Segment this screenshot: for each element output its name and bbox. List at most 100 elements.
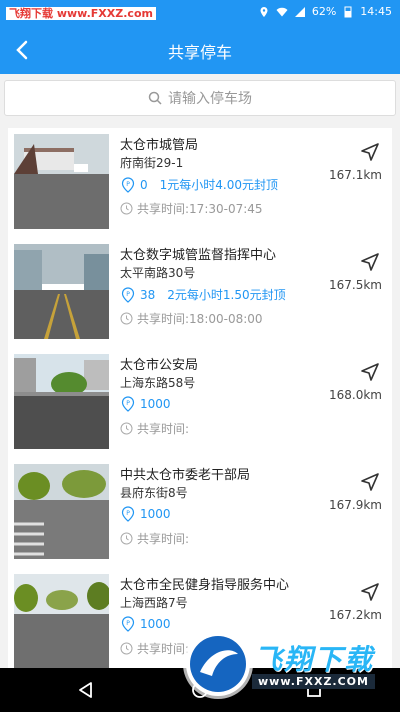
svg-text:P: P bbox=[126, 181, 130, 188]
navigate-button[interactable] bbox=[358, 140, 382, 164]
parking-stats: P 0 1元每小时4.00元封顶 bbox=[120, 176, 278, 193]
parking-address: 太平南路30号 bbox=[120, 266, 196, 280]
distance: 168.0km bbox=[329, 388, 382, 402]
navigation-arrow-icon bbox=[361, 253, 379, 271]
parking-photo bbox=[14, 134, 109, 229]
parking-list: 太仓市城管局 府南街29-1 P 0 1元每小时4.00元封顶 共享时间: 17:… bbox=[8, 128, 392, 668]
clock-icon bbox=[120, 532, 133, 545]
distance: 167.9km bbox=[329, 498, 382, 512]
search-icon bbox=[148, 91, 162, 105]
distance: 167.1km bbox=[329, 168, 382, 182]
svg-text:P: P bbox=[126, 291, 130, 298]
page-title: 共享停车 bbox=[167, 43, 232, 62]
battery-icon bbox=[344, 6, 352, 17]
parking-pin-icon: P bbox=[121, 396, 135, 412]
parking-stats: P 1000 bbox=[120, 616, 171, 632]
distance: 167.5km bbox=[329, 278, 382, 292]
search-input[interactable]: 请输入停车场 bbox=[4, 80, 396, 116]
available-spaces: 38 bbox=[140, 287, 156, 302]
triangle-back-icon bbox=[79, 682, 92, 698]
parking-pin-icon: P bbox=[121, 176, 135, 193]
navigation-arrow-icon bbox=[361, 363, 379, 381]
status-icons: 62% 14:45 bbox=[258, 5, 392, 18]
navigate-button[interactable] bbox=[358, 360, 382, 384]
navigation-arrow-icon bbox=[361, 473, 379, 491]
clock-icon bbox=[120, 202, 133, 215]
share-time-label: 共享时间: bbox=[137, 642, 190, 656]
parking-pin-icon: P bbox=[121, 506, 135, 522]
price-cap-suffix: 元封顶 bbox=[249, 288, 286, 302]
parking-stats: P 1000 bbox=[120, 506, 171, 522]
watermark-text: 飞翔下载 bbox=[254, 643, 375, 676]
list-item[interactable]: 太仓市城管局 府南街29-1 P 0 1元每小时4.00元封顶 共享时间: 17:… bbox=[8, 128, 392, 238]
signal-icon bbox=[294, 6, 305, 17]
parking-name: 太仓市城管局 bbox=[120, 138, 199, 153]
available-spaces: 0 bbox=[140, 177, 148, 192]
share-time-value: 18:00-08:00 bbox=[189, 311, 263, 326]
price-rate: 2元每小时 bbox=[167, 288, 223, 302]
battery-level: 62% bbox=[311, 5, 337, 18]
price-info: 1元每小时4.00元封顶 bbox=[160, 176, 278, 193]
price-rate: 1元每小时 bbox=[159, 178, 216, 192]
status-bar: 飞翔下载 www.FXXZ.com 62% 14:45 bbox=[0, 0, 400, 26]
parking-photo bbox=[14, 574, 109, 668]
available-spaces: 1000 bbox=[140, 507, 171, 521]
svg-text:P: P bbox=[126, 510, 130, 517]
parking-pin-icon: P bbox=[121, 286, 135, 303]
wifi-icon bbox=[276, 7, 288, 16]
app-header: 共享停车 bbox=[0, 26, 400, 74]
clock-icon bbox=[120, 312, 133, 325]
navigation-arrow-icon bbox=[361, 143, 379, 161]
parking-name: 太仓市公安局 bbox=[120, 358, 199, 373]
share-time-label: 共享时间: bbox=[137, 532, 190, 546]
parking-stats: P 38 2元每小时1.50元封顶 bbox=[120, 286, 286, 303]
share-time: 共享时间: 18:00-08:00 bbox=[120, 310, 263, 327]
share-time-label: 共享时间: bbox=[137, 202, 190, 216]
navigate-button[interactable] bbox=[358, 250, 382, 274]
watermark-logo: 飞翔下载 www.FXXZ.COM bbox=[186, 632, 396, 702]
svg-text:P: P bbox=[126, 400, 130, 407]
list-item[interactable]: 太仓市公安局 上海东路58号 P 1000 共享时间: 168.0km bbox=[8, 348, 392, 458]
price-info: 2元每小时1.50元封顶 bbox=[167, 286, 285, 303]
distance: 167.2km bbox=[329, 608, 382, 622]
search-placeholder: 请输入停车场 bbox=[168, 91, 252, 107]
parking-address: 县府东街8号 bbox=[120, 486, 188, 500]
share-time: 共享时间: bbox=[120, 530, 189, 547]
share-time-label: 共享时间: bbox=[137, 312, 190, 326]
share-time-value: 17:30-07:45 bbox=[189, 201, 263, 216]
price-cap: 1.50 bbox=[222, 288, 250, 302]
share-time-label: 共享时间: bbox=[137, 422, 190, 436]
list-item[interactable]: 太仓数字城管监督指挥中心 太平南路30号 P 38 2元每小时1.50元封顶 共… bbox=[8, 238, 392, 348]
clock-icon bbox=[120, 422, 133, 435]
parking-photo bbox=[14, 464, 109, 559]
share-time: 共享时间: bbox=[120, 420, 189, 437]
share-time: 共享时间: bbox=[120, 640, 189, 657]
parking-name: 中共太仓市委老干部局 bbox=[120, 468, 251, 483]
navigation-arrow-icon bbox=[361, 583, 379, 601]
parking-photo bbox=[14, 354, 109, 449]
share-time: 共享时间: 17:30-07:45 bbox=[120, 200, 263, 217]
parking-name: 太仓市全民健身指导服务中心 bbox=[120, 578, 290, 593]
svg-text:P: P bbox=[126, 620, 130, 627]
navigate-button[interactable] bbox=[358, 580, 382, 604]
list-item[interactable]: 中共太仓市委老干部局 县府东街8号 P 1000 共享时间: 167.9km bbox=[8, 458, 392, 568]
parking-photo bbox=[14, 244, 109, 339]
system-back-button[interactable] bbox=[74, 678, 98, 702]
available-spaces: 1000 bbox=[140, 397, 171, 411]
status-watermark: 飞翔下载 www.FXXZ.com bbox=[6, 7, 156, 20]
parking-address: 府南街29-1 bbox=[120, 156, 184, 170]
search-area: 请输入停车场 bbox=[0, 74, 400, 124]
price-cap-suffix: 元封顶 bbox=[242, 178, 279, 192]
parking-name: 太仓数字城管监督指挥中心 bbox=[120, 248, 277, 263]
location-icon bbox=[260, 6, 268, 17]
parking-pin-icon: P bbox=[121, 616, 135, 632]
parking-address: 上海东路58号 bbox=[120, 376, 196, 390]
feixiang-logo-icon bbox=[190, 636, 246, 692]
status-time: 14:45 bbox=[360, 5, 392, 18]
price-cap: 4.00 bbox=[215, 178, 242, 192]
navigate-button[interactable] bbox=[358, 470, 382, 494]
parking-stats: P 1000 bbox=[120, 396, 171, 412]
watermark-url: www.FXXZ.COM bbox=[252, 674, 375, 689]
available-spaces: 1000 bbox=[140, 617, 171, 631]
clock-icon bbox=[120, 642, 133, 655]
